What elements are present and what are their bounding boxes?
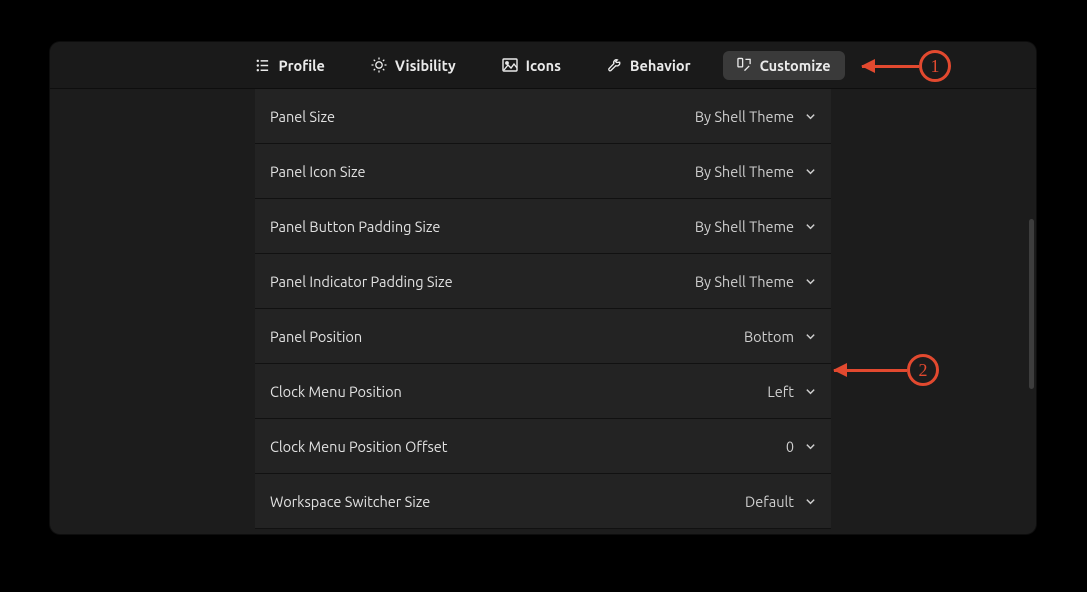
row-clock-menu-position[interactable]: Clock Menu Position Left [255, 364, 831, 419]
row-value: Default [745, 493, 816, 510]
tab-behavior[interactable]: Behavior [593, 51, 705, 80]
chevron-down-icon [804, 440, 816, 452]
annotation-arrow-2 [834, 369, 907, 372]
row-label: Workspace Switcher Size [270, 493, 430, 510]
chevron-down-icon [804, 275, 816, 287]
wrench-icon [607, 58, 622, 73]
row-panel-button-padding[interactable]: Panel Button Padding Size By Shell Theme [255, 199, 831, 254]
row-value: By Shell Theme [695, 218, 816, 235]
row-clock-menu-offset[interactable]: Clock Menu Position Offset 0 [255, 419, 831, 474]
row-panel-position[interactable]: Panel Position Bottom [255, 309, 831, 364]
design-icon [737, 57, 752, 73]
tab-label: Profile [278, 57, 324, 74]
tab-label: Behavior [630, 57, 691, 74]
chevron-down-icon [804, 110, 816, 122]
tab-label: Visibility [395, 57, 456, 74]
row-label: Panel Indicator Padding Size [270, 273, 453, 290]
settings-list[interactable]: Panel Size By Shell Theme Panel Icon Siz… [255, 89, 831, 534]
chevron-down-icon [804, 330, 816, 342]
row-label: Clock Menu Position Offset [270, 438, 447, 455]
tab-profile[interactable]: Profile [241, 51, 338, 80]
settings-window: Profile Visibility [50, 42, 1036, 534]
row-label: Panel Size [270, 108, 335, 125]
tab-visibility[interactable]: Visibility [357, 51, 470, 80]
tab-label: Icons [526, 57, 561, 74]
row-label: Panel Position [270, 328, 362, 345]
row-label: Clock Menu Position [270, 383, 402, 400]
row-label: Panel Icon Size [270, 163, 366, 180]
list-icon [255, 58, 270, 73]
chevron-down-icon [804, 495, 816, 507]
row-value: By Shell Theme [695, 273, 816, 290]
tab-label: Customize [760, 57, 831, 74]
row-value: By Shell Theme [695, 163, 816, 180]
chevron-down-icon [804, 165, 816, 177]
tab-customize[interactable]: Customize [723, 51, 845, 80]
row-value: Bottom [744, 328, 816, 345]
chevron-down-icon [804, 385, 816, 397]
row-value: 0 [786, 438, 816, 455]
row-value: By Shell Theme [695, 108, 816, 125]
settings-content: Panel Size By Shell Theme Panel Icon Siz… [50, 89, 1036, 534]
chevron-down-icon [804, 220, 816, 232]
sun-icon [371, 57, 387, 73]
tab-icons[interactable]: Icons [488, 51, 575, 80]
row-panel-icon-size[interactable]: Panel Icon Size By Shell Theme [255, 144, 831, 199]
row-workspace-switcher-size[interactable]: Workspace Switcher Size Default [255, 474, 831, 529]
row-panel-size[interactable]: Panel Size By Shell Theme [255, 89, 831, 144]
image-icon [502, 58, 518, 73]
row-panel-indicator-padding[interactable]: Panel Indicator Padding Size By Shell Th… [255, 254, 831, 309]
row-label: Panel Button Padding Size [270, 218, 440, 235]
scrollbar-thumb[interactable] [1029, 219, 1034, 389]
row-value: Left [767, 383, 816, 400]
annotation-arrow-1 [862, 65, 919, 68]
